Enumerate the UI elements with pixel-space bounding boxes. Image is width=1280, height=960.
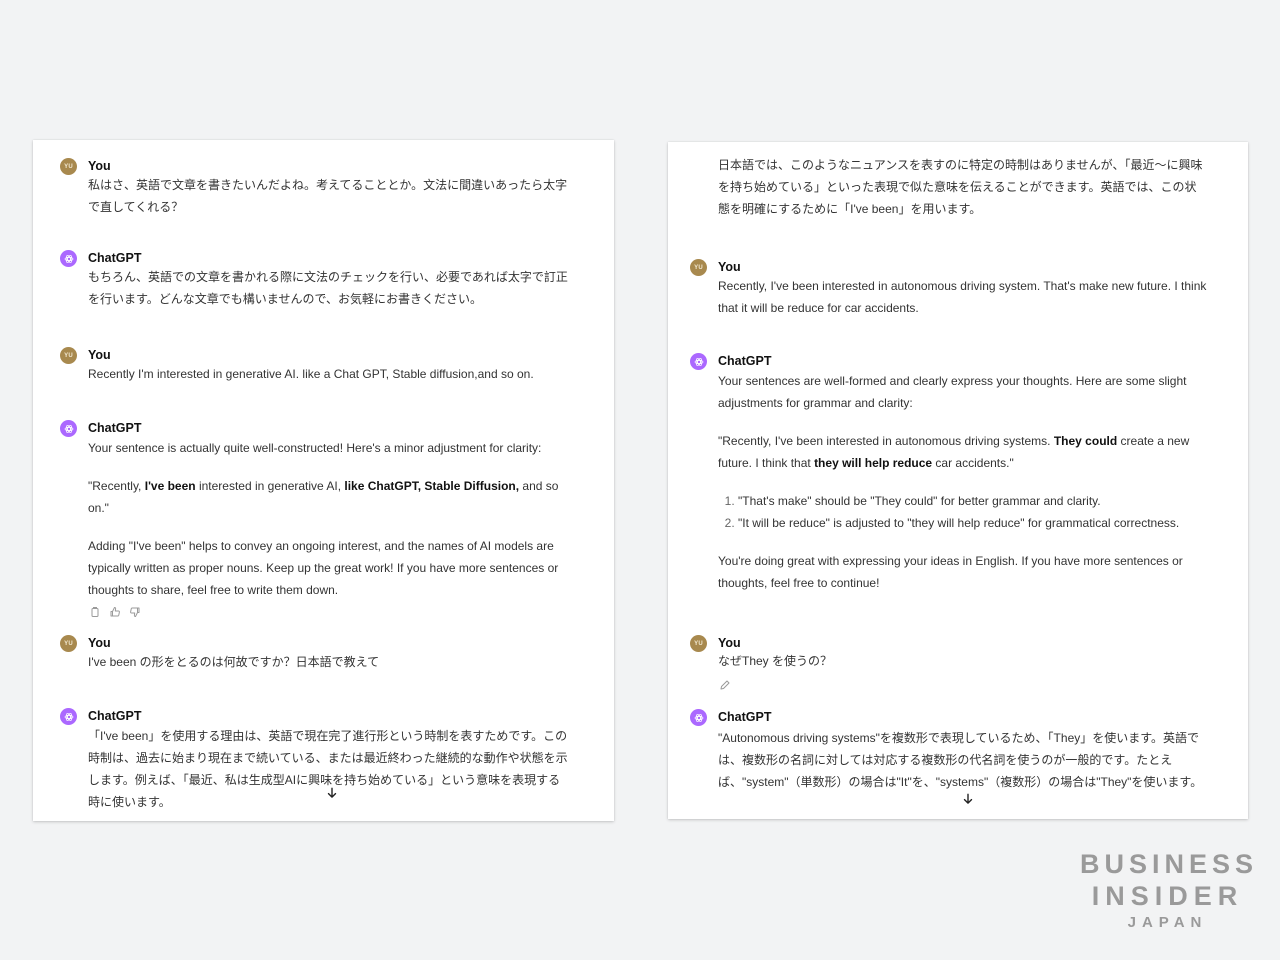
message-actions [89, 605, 141, 617]
scroll-down-button[interactable] [323, 784, 341, 802]
message-paragraph: Your sentence is actually quite well-con… [88, 441, 542, 455]
message-text: なぜThey を使うの？ [718, 654, 833, 668]
user-avatar: YU [690, 259, 707, 276]
author-name: ChatGPT [88, 251, 142, 265]
author-name: ChatGPT [88, 709, 142, 723]
user-avatar: YU [60, 347, 77, 364]
user-avatar: YU [690, 635, 707, 652]
chat-panel-left: YU You 私はさ、英語で文章を書きたいんだよね。考えてることとか。文法に間違… [33, 140, 614, 821]
corrected-sentence: "Recently, I've been interested in gener… [88, 479, 559, 515]
author-name: You [718, 636, 741, 650]
chatgpt-avatar-icon [690, 709, 707, 726]
openai-logo-icon [64, 424, 73, 433]
author-name: ChatGPT [718, 354, 772, 368]
message-text: Recently, I've been interested in autono… [718, 279, 1207, 315]
message-text: 日本語では、このようなニュアンスを表すのに特定の時制はありませんが、「最近〜に興… [718, 158, 1203, 216]
chatgpt-avatar-icon [690, 353, 707, 370]
bold-correction: like ChatGPT, Stable Diffusion, [344, 479, 520, 493]
openai-logo-icon [694, 713, 703, 722]
author-name: You [88, 636, 111, 650]
author-name: You [718, 260, 741, 274]
message-text: Your sentence is actually quite well-con… [88, 437, 568, 601]
list-item: "It will be reduce" is adjusted to "they… [738, 512, 1208, 534]
message-text: Your sentences are well-formed and clear… [718, 370, 1208, 594]
author-name: You [88, 159, 111, 173]
user-avatar: YU [60, 635, 77, 652]
chat-panel-right: 日本語では、このようなニュアンスを表すのに特定の時制はありませんが、「最近〜に興… [668, 142, 1248, 819]
message-text: 私はさ、英語で文章を書きたいんだよね。考えてることとか。文法に間違いあったら太字… [88, 178, 568, 214]
thumbs-up-icon[interactable] [109, 605, 121, 617]
user-avatar: YU [60, 158, 77, 175]
bold-correction: they will help reduce [814, 456, 933, 470]
logo-line-1: BUSINESS [1080, 849, 1259, 879]
message-paragraph: Adding "I've been" helps to convey an on… [88, 539, 559, 597]
logo-line-3: JAPAN [1127, 914, 1208, 931]
logo-line-2: INSIDER [1091, 881, 1244, 911]
message-text: I've been の形をとるのは何故ですか？日本語で教えて [88, 655, 380, 669]
scroll-down-button[interactable] [959, 790, 977, 808]
message-paragraph: Your sentences are well-formed and clear… [718, 374, 1187, 410]
bold-correction: I've been [144, 479, 196, 493]
openai-logo-icon [64, 254, 73, 263]
chatgpt-avatar-icon [60, 420, 77, 437]
chatgpt-avatar-icon [60, 708, 77, 725]
correction-list: "That's make" should be "They could" for… [718, 490, 1208, 534]
bold-correction: They could [1053, 434, 1118, 448]
message-text: もちろん、英語での文章を書かれる際に文法のチェックを行い、必要であれば太字で訂正… [88, 270, 568, 306]
openai-logo-icon [694, 357, 703, 366]
chatgpt-avatar-icon [60, 250, 77, 267]
edit-icon[interactable] [719, 678, 731, 690]
arrow-down-icon [327, 787, 337, 798]
author-name: ChatGPT [88, 421, 142, 435]
message-paragraph: You're doing great with expressing your … [718, 554, 1183, 590]
corrected-sentence: "Recently, I've been interested in auton… [718, 434, 1190, 470]
message-text: Recently I'm interested in generative AI… [88, 367, 534, 381]
openai-logo-icon [64, 712, 73, 721]
list-item: "That's make" should be "They could" for… [738, 490, 1208, 512]
copy-icon[interactable] [89, 605, 101, 617]
author-name: ChatGPT [718, 710, 772, 724]
thumbs-down-icon[interactable] [129, 605, 141, 617]
arrow-down-icon [963, 793, 973, 804]
message-text: "Autonomous driving systems"を複数形で表現しているた… [718, 731, 1203, 789]
business-insider-japan-logo: BUSINESS INSIDER JAPAN [1080, 848, 1255, 934]
author-name: You [88, 348, 111, 362]
